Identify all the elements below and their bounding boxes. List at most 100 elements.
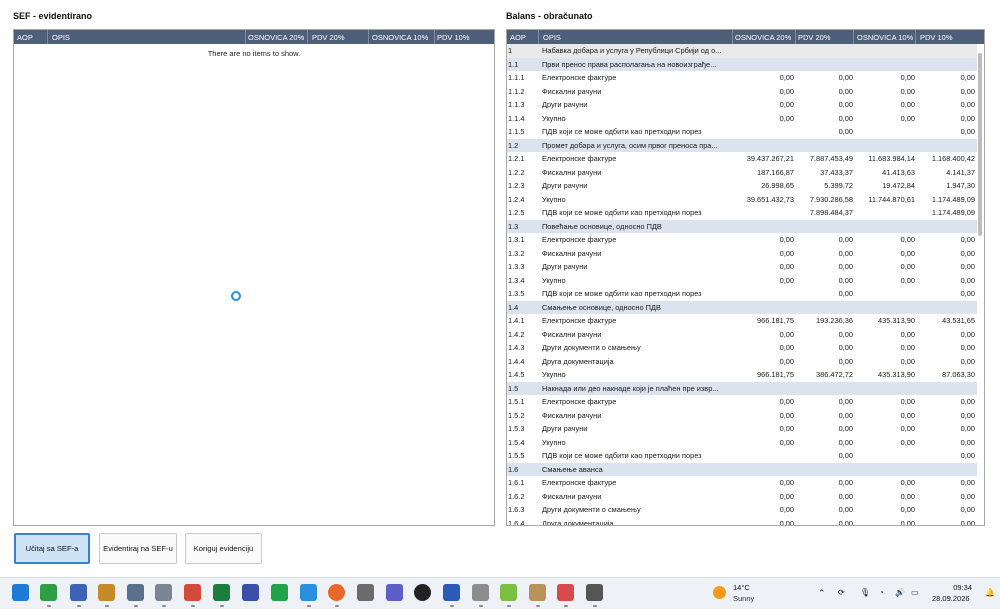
table-row[interactable]: 1.1.4 Укупно 0,00 0,00 0,00 0,00 — [507, 112, 977, 126]
balance-grid[interactable]: AOP OPIS OSNOVICA 20% PDV 20% OSNOVICA 1… — [506, 29, 985, 526]
table-row[interactable]: 1.3.4 Укупно 0,00 0,00 0,00 0,00 — [507, 274, 977, 288]
section-row[interactable]: 1.6 Смањење аванса — [507, 462, 977, 476]
table-row[interactable]: 1.4.1 Електронске фактуре 966.181,75 193.23… — [507, 314, 977, 328]
section-row[interactable]: 1.4 Смањење основице, односно ПДВ — [507, 300, 977, 314]
table-row[interactable]: 1.5.2 Фискални рачуни 0,00 0,00 0,00 0,00 — [507, 409, 977, 423]
android-icon[interactable] — [500, 584, 517, 601]
notes-icon[interactable] — [443, 584, 460, 601]
clock-time[interactable]: 09:34 — [950, 583, 972, 592]
clock-date[interactable]: 28.09.2026 — [932, 594, 970, 603]
weather-sun-icon[interactable] — [713, 586, 726, 599]
teams-icon[interactable] — [386, 584, 403, 601]
col-osnovica-10[interactable]: OSNOVICA 10% — [372, 33, 428, 42]
col-aop[interactable]: AOP — [17, 33, 33, 42]
section-row[interactable]: 1.2 Промет добара и услуга, осим првог пр… — [507, 138, 977, 152]
weather-temperature[interactable]: 14°C — [733, 583, 750, 592]
table-row[interactable]: 1.2.2 Фискални рачуни 187.166,87 37.433,37 4… — [507, 166, 977, 180]
cell-aop: 1.5.4 — [508, 437, 525, 447]
chat-icon[interactable] — [242, 584, 259, 601]
obs-icon[interactable] — [414, 584, 431, 601]
col-pdv-20[interactable]: PDV 20% — [798, 33, 831, 42]
register-on-sef-button[interactable]: Evidentiraj na SEF-u — [99, 533, 177, 564]
start-icon[interactable] — [12, 584, 29, 601]
cell-aop: 1.2.1 — [508, 154, 525, 163]
photos-icon[interactable] — [300, 584, 317, 601]
section-row[interactable]: 1.5 Накнада или део накнаде који је плаће… — [507, 381, 977, 395]
table-row[interactable]: 1.6.1 Електронске фактуре 0,00 0,00 0,00 0,00 — [507, 476, 977, 490]
load-from-sef-button[interactable]: Učitaj sa SEF-a — [14, 533, 90, 564]
table-row[interactable]: 1.1.1 Електронске фактуре 0,00 0,00 0,00 0,00 — [507, 71, 977, 85]
table-row[interactable]: 1.3.3 Други рачуни 0,00 0,00 0,00 0,00 — [507, 260, 977, 274]
cell-pdv-20: 0,00 — [838, 127, 853, 136]
vertical-scrollbar[interactable] — [977, 45, 983, 525]
col-opis[interactable]: OPIS — [52, 33, 70, 42]
cell-opis: Друга документација — [542, 518, 614, 526]
edit-icon[interactable] — [98, 584, 115, 601]
wifi-icon[interactable]: ◔ — [879, 588, 884, 597]
section-row[interactable]: 1.1 Први пренос права располагања на ново… — [507, 57, 977, 71]
table-row[interactable]: 1.5.1 Електронске фактуре 0,00 0,00 0,00 0,00 — [507, 395, 977, 409]
app-green-icon[interactable] — [40, 584, 57, 601]
microphone-icon[interactable]: 🎙 — [860, 588, 870, 597]
table-row[interactable]: 1.4.5 Укупно 966.181,75 386.472,72 435.313,9… — [507, 368, 977, 382]
puzzle-icon[interactable] — [529, 584, 546, 601]
cell-osnovica-20: 966.181,75 — [757, 370, 794, 379]
phone-icon[interactable] — [472, 584, 489, 601]
col-pdv-10[interactable]: PDV 10% — [920, 33, 953, 42]
firefox-icon[interactable] — [328, 584, 345, 601]
table-row[interactable]: 1.3.1 Електронске фактуре 0,00 0,00 0,00 0,00 — [507, 233, 977, 247]
paint-icon[interactable] — [184, 584, 201, 601]
col-opis[interactable]: OPIS — [543, 33, 561, 42]
table-row[interactable]: 1.5.3 Други рачуни 0,00 0,00 0,00 0,00 — [507, 422, 977, 436]
phone-chat-icon[interactable] — [271, 584, 288, 601]
cell-osnovica-20: 0,00 — [779, 505, 794, 514]
notification-icon[interactable]: 🔔 — [985, 588, 995, 597]
col-osnovica-10[interactable]: OSNOVICA 10% — [857, 33, 913, 42]
table-row[interactable]: 1.1.3 Други рачуни 0,00 0,00 0,00 0,00 — [507, 98, 977, 112]
table-row[interactable]: 1.3.5 ПДВ који се може одбити као претход… — [507, 287, 977, 301]
table-row[interactable]: 1.5.4 Укупно 0,00 0,00 0,00 0,00 — [507, 436, 977, 450]
col-aop[interactable]: AOP — [510, 33, 526, 42]
weather-description[interactable]: Sunny — [733, 594, 754, 603]
col-osnovica-20[interactable]: OSNOVICA 20% — [248, 33, 304, 42]
col-pdv-20[interactable]: PDV 20% — [312, 33, 345, 42]
chevron-up-icon[interactable]: ⌃ — [818, 588, 826, 599]
table-row[interactable]: 1.4.3 Други документи о смањењу 0,00 0,00 0,… — [507, 341, 977, 355]
table-row[interactable]: 1.1.2 Фискални рачуни 0,00 0,00 0,00 0,00 — [507, 85, 977, 99]
table-row[interactable]: 1.2.3 Други рачуни 26.998,65 5.399,72 19.472… — [507, 179, 977, 193]
window-icon[interactable] — [155, 584, 172, 601]
printer-icon[interactable] — [586, 584, 603, 601]
cell-opis: Укупно — [542, 370, 566, 379]
cell-opis: Електронске фактуре — [542, 316, 617, 325]
cell-pdv-10: 0,00 — [960, 356, 975, 366]
sync-icon[interactable]: ⟳ — [838, 588, 845, 597]
sef-grid[interactable]: AOP OPIS OSNOVICA 20% PDV 20% OSNOVICA 1… — [13, 29, 495, 526]
section-row[interactable]: 1.3 Повећање основице, односно ПДВ — [507, 219, 977, 233]
section-row[interactable]: 1 Набавка добара и услуга у Републици Срб… — [507, 44, 977, 58]
table-row[interactable]: 1.6.2 Фискални рачуни 0,00 0,00 0,00 0,00 — [507, 490, 977, 504]
table-row[interactable]: 1.2.5 ПДВ који се може одбити као претход… — [507, 206, 977, 220]
table-row[interactable]: 1.2.4 Укупно 39.651.432,73 7.930.286,58 11.7… — [507, 193, 977, 207]
col-osnovica-20[interactable]: OSNOVICA 20% — [735, 33, 791, 42]
battery-icon[interactable]: ▭ — [911, 588, 919, 597]
cell-osnovica-10: 0,00 — [900, 478, 915, 487]
scrollbar-thumb[interactable] — [978, 53, 982, 236]
table-row[interactable]: 1.1.5 ПДВ који се може одбити као претход… — [507, 125, 977, 139]
table-row[interactable]: 1.3.2 Фискални рачуни 0,00 0,00 0,00 0,00 — [507, 247, 977, 261]
table-row[interactable]: 1.6.3 Други документи о смањењу 0,00 0,00 0,… — [507, 503, 977, 517]
table-row[interactable]: 1.5.5 ПДВ који се може одбити као претход… — [507, 449, 977, 463]
volume-icon[interactable]: 🔊 — [895, 588, 905, 597]
correct-records-button[interactable]: Koriguj evidenciju — [185, 533, 262, 564]
table-row[interactable]: 1.4.4 Друга документација 0,00 0,00 0,00 0,00 — [507, 355, 977, 369]
tools-icon[interactable] — [357, 584, 374, 601]
database-icon[interactable] — [127, 584, 144, 601]
excel-icon[interactable] — [213, 584, 230, 601]
cell-osnovica-20: 0,00 — [779, 478, 794, 487]
col-pdv-10[interactable]: PDV 10% — [437, 33, 470, 42]
table-row[interactable]: 1.2.1 Електронске фактуре 39.437.267,21 7.8… — [507, 152, 977, 166]
table-row[interactable]: 1.6.4 Друга документација 0,00 0,00 0,00 0,00 — [507, 517, 977, 526]
table-row[interactable]: 1.4.2 Фискални рачуни 0,00 0,00 0,00 0,00 — [507, 328, 977, 342]
cell-osnovica-10: 0,00 — [900, 329, 915, 339]
save-icon[interactable] — [70, 584, 87, 601]
notepad-icon[interactable] — [557, 584, 574, 601]
